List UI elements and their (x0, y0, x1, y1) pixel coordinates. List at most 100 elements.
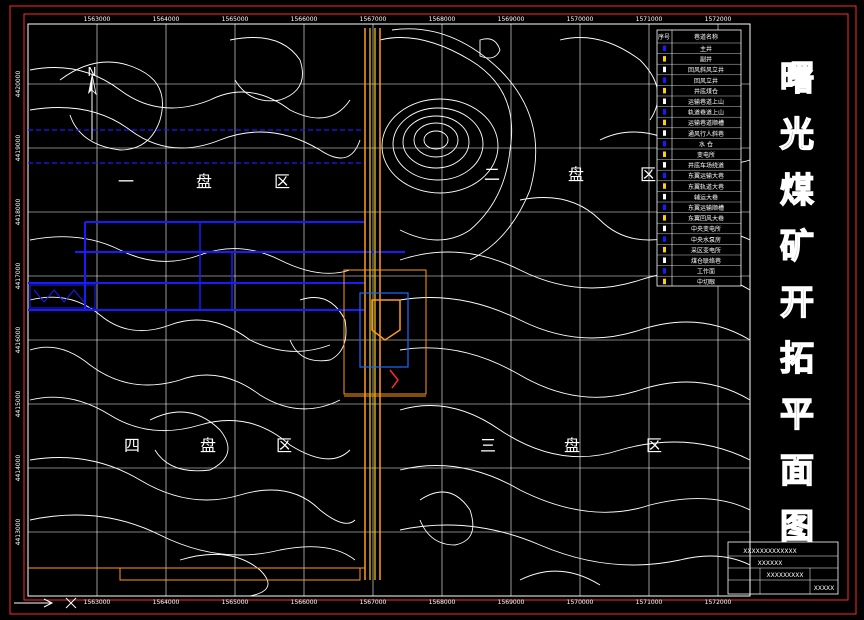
coord-label: 4417000 (15, 262, 22, 289)
legend-row-swatch (663, 162, 666, 168)
zone-label-three: 三 盘 区 (480, 436, 662, 455)
legend-row-swatch (663, 66, 666, 73)
legend-row-label: 通风行人斜巷 (688, 130, 724, 138)
boundary-strip (119, 567, 361, 581)
legend-row-label: 副井 (700, 56, 712, 64)
north-label: N (88, 65, 97, 79)
legend-row-label: 采区变电所 (691, 246, 721, 254)
title-block-line3: XXXXXXXXX (767, 572, 804, 579)
coord-label: 1568000 (429, 599, 456, 606)
zone-char: 三 (480, 436, 496, 455)
title-block: XXXXXXXXXXXXX XXXXXX XXXXXXXXX XXXXX (727, 541, 839, 595)
zone-char: 二 (484, 165, 500, 184)
legend-row-swatch (663, 151, 666, 157)
zone-label-one-left: 一 盘 区 (118, 172, 290, 191)
cad-drawing-canvas[interactable]: N 一 盘 区 二 盘 区 四 盘 区 三 盘 区 1563000 156400… (0, 0, 864, 620)
coord-label: 1566000 (291, 16, 318, 23)
blue-roadways (28, 129, 405, 311)
coord-label: 1567000 (360, 16, 387, 23)
legend-row-label: 中切眼 (697, 278, 715, 286)
zone-char: 四 (124, 436, 140, 455)
legend-row-label: 运输巷道上山 (688, 98, 724, 106)
coord-label: 1563000 (84, 16, 111, 23)
title-block-line4: XXXXX (814, 585, 835, 592)
coord-label: 1565000 (222, 16, 249, 23)
zone-char: 区 (646, 436, 662, 455)
legend-row-swatch (663, 77, 666, 83)
legend-row-swatch (663, 119, 666, 126)
legend-row-swatch (663, 130, 666, 136)
coord-label: 1565000 (222, 599, 249, 606)
title-char: 矿 (780, 227, 814, 267)
legend-row-swatch (663, 45, 666, 51)
zone-char: 盘 (196, 172, 212, 191)
coord-label: 1572000 (705, 16, 732, 23)
title-char: 开 (780, 283, 814, 323)
coord-label: 4413000 (15, 518, 22, 545)
coord-label: 1564000 (153, 599, 180, 606)
zone-char: 盘 (564, 436, 580, 455)
legend-row-swatch (663, 268, 666, 274)
legend-row-swatch (663, 193, 666, 200)
coord-label: 4414000 (15, 454, 22, 481)
coord-label: 1564000 (153, 16, 180, 23)
zone-char: 盘 (200, 436, 216, 455)
legend-row-swatch (663, 172, 666, 179)
legend-row-label: 辅运大巷 (694, 193, 718, 201)
coord-label: 4418000 (15, 198, 22, 225)
title-block-line1: XXXXXXXXXXXXX (743, 548, 796, 555)
legend-row-swatch (663, 246, 666, 253)
legend-row-swatch (663, 257, 666, 263)
coord-label: 1570000 (567, 599, 594, 606)
legend-row-swatch (663, 225, 666, 232)
coord-label: 1569000 (498, 599, 525, 606)
zone-char: 区 (640, 165, 656, 184)
legend-row-label: 东翼运输顺槽 (688, 204, 724, 212)
title-char: 煤 (780, 171, 814, 211)
coord-label: 1563000 (84, 599, 111, 606)
legend-row-swatch (663, 183, 666, 189)
legend-row-swatch (663, 204, 666, 210)
zone-char: 盘 (568, 165, 584, 184)
coord-label: 4416000 (15, 326, 22, 353)
legend-row-label: 井底煤仓 (694, 87, 718, 95)
zone-label-four: 四 盘 区 (124, 436, 292, 455)
legend-row-label: 水 仓 (699, 140, 713, 148)
legend-row-label: 中央水泵房 (691, 236, 721, 244)
legend-row-swatch (663, 109, 666, 115)
coord-label: 1572000 (705, 599, 732, 606)
legend-row-swatch (663, 215, 666, 221)
coord-label: 1571000 (636, 599, 663, 606)
legend-table: 序号 巷道名称 主井副井回风斜风立井回风立井井底煤仓运输巷道上山轨道巷道上山运输… (656, 29, 742, 287)
legend-row-label: 回风立井 (694, 77, 718, 85)
legend-header-no: 序号 (658, 33, 670, 41)
legend-row-label: 轨道巷道上山 (688, 109, 724, 117)
title-char: 面 (780, 451, 814, 491)
zone-label-two-right: 二 盘 区 (484, 165, 656, 184)
left-coordinate-labels: 4420000 4419000 4418000 4417000 4416000 … (15, 70, 22, 545)
legend-row-swatch (663, 56, 666, 62)
drawing-title: 曙光煤矿开拓平面图 (779, 58, 814, 547)
zone-char: 区 (276, 436, 292, 455)
title-char: 平 (780, 395, 814, 435)
legend-row-label: 变电所 (697, 151, 715, 159)
legend-row-label: 回风斜风立井 (688, 66, 724, 74)
coord-label: 1570000 (567, 16, 594, 23)
legend-row-label: 东翼回风大巷 (688, 215, 724, 223)
coord-label: 4420000 (15, 70, 22, 97)
coord-label: 1567000 (360, 599, 387, 606)
legend-row-label: 主井 (700, 45, 712, 53)
coord-label: 1568000 (429, 16, 456, 23)
legend-row-label: 东翼运输大巷 (688, 172, 724, 180)
legend-header-name: 巷道名称 (694, 33, 718, 41)
zone-char: 一 (118, 172, 134, 191)
coord-label: 4419000 (15, 134, 22, 161)
zone-char: 区 (274, 172, 290, 191)
coord-label: 1566000 (291, 599, 318, 606)
title-char: 曙 (780, 59, 814, 99)
title-char: 光 (780, 115, 814, 155)
legend-row-swatch (663, 140, 666, 147)
legend-row-label: 东翼轨道大巷 (688, 183, 724, 191)
legend-row-swatch (663, 236, 666, 242)
legend-row-swatch (663, 278, 666, 285)
